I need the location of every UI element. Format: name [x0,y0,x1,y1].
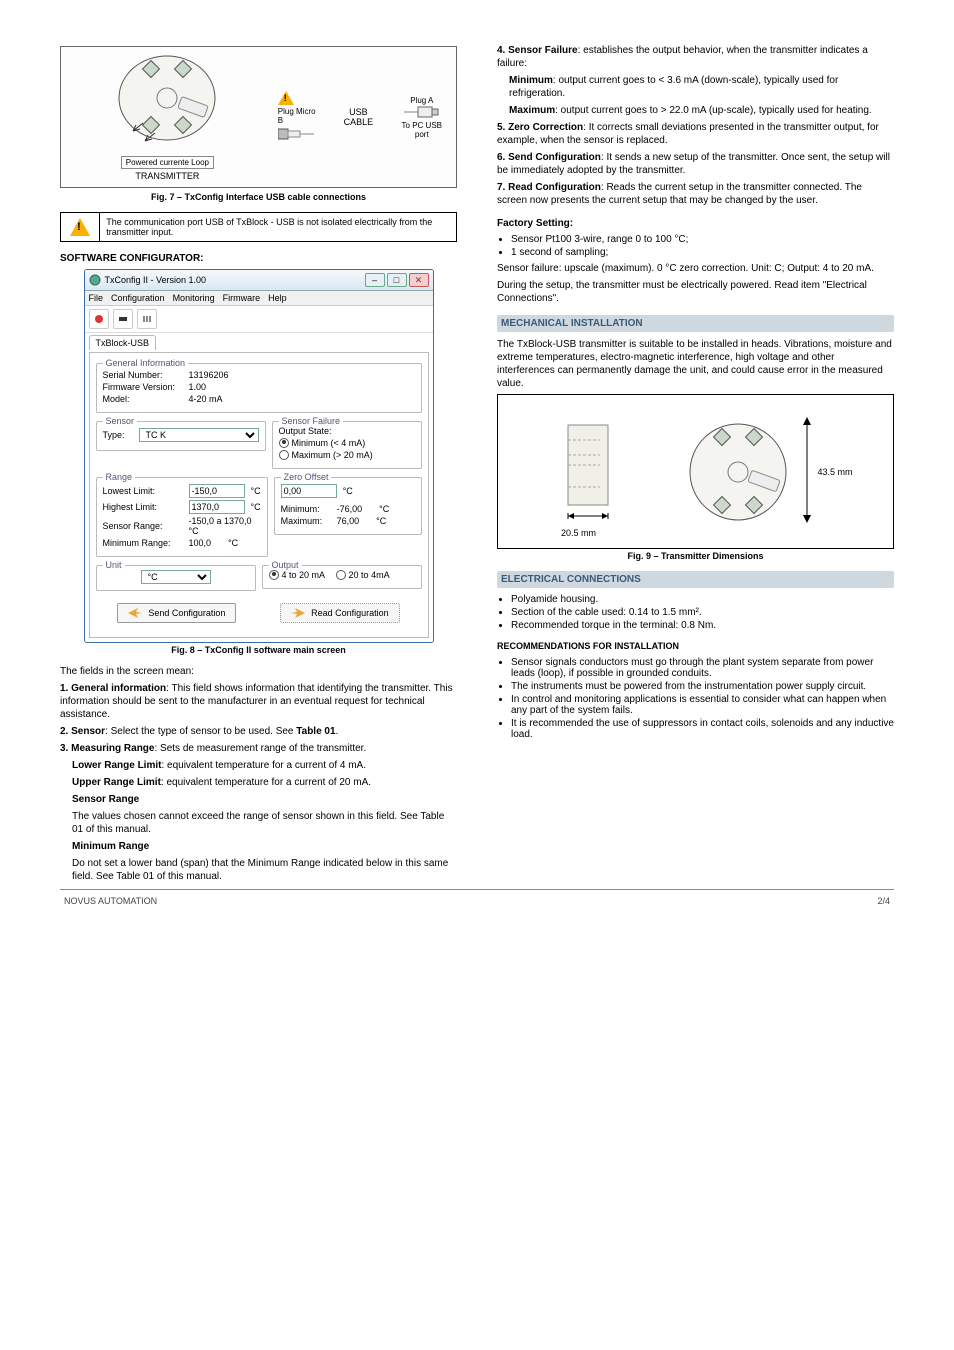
sensor-type-select[interactable]: TC K [139,428,259,442]
group-output: Output 4 to 20 mA 20 to 4mA [262,565,422,589]
window-title: TxConfig II - Version 1.00 [105,275,207,285]
recommendations-heading: RECOMMENDATIONS FOR INSTALLATION [497,641,894,653]
list-item: Section of the cable used: 0.14 to 1.5 m… [511,607,894,618]
height-arrow-icon [797,415,817,525]
list-item: Sensor signals conductors must go throug… [511,657,894,679]
group-sensor: Sensor Type: TC K [96,421,266,451]
group-zero-offset: Zero Offset °C Minimum:-76,00 °C Maximum… [274,477,422,535]
group-range: Range Lowest Limit:°C Highest Limit:°C S… [96,477,268,557]
send-icon [128,608,142,618]
plug-micro-b-label: Plug Micro B [278,107,323,125]
figure-7-diagram: Powered currente Loop TRANSMITTER Plug M… [60,46,457,188]
caution-text: The communication port USB of TxBlock - … [100,213,456,241]
list-item: It is recommended the use of suppressors… [511,718,894,740]
read-configuration-button[interactable]: Read Configuration [280,603,400,623]
maximize-button[interactable]: □ [387,273,407,287]
lowest-limit-input[interactable] [189,484,245,498]
plug-a-label: Plug A [394,96,450,105]
unit-select[interactable]: °C [141,570,211,584]
top-dimension-icon [683,417,793,527]
list-item: Recommended torque in the terminal: 0.8 … [511,620,894,631]
toolbar-bars-icon[interactable] [137,309,157,329]
close-button[interactable]: ✕ [409,273,429,287]
model-value: 4-20 mA [189,394,223,404]
transmitter-label: TRANSMITTER [67,171,268,181]
serial-number-value: 13196206 [189,370,229,380]
figure-7-caption: Fig. 7 – TxConfig Interface USB cable co… [60,192,457,202]
field-4-label: 4. Sensor Failure [497,45,578,56]
micro-b-plug-icon [278,127,314,141]
side-dimension-icon [538,405,618,525]
firmware-version-label: Firmware Version: [103,382,183,392]
menu-file[interactable]: File [89,293,104,303]
minimize-button[interactable]: – [365,273,385,287]
list-item: Polyamide housing. [511,594,894,605]
radio-minimum[interactable]: Minimum (< 4 mA) [279,438,366,448]
figure-8-caption: Fig. 8 – TxConfig II software main scree… [60,645,457,655]
send-configuration-button[interactable]: Send Configuration [117,603,236,623]
field-7-label: 7. Read Configuration [497,182,601,193]
menu-configuration[interactable]: Configuration [111,293,165,303]
radio-20-to-4[interactable]: 20 to 4mA [336,570,390,580]
window-titlebar: TxConfig II - Version 1.00 – □ ✕ [85,270,433,291]
model-label: Model: [103,394,183,404]
footer-company: NOVUS AUTOMATION [64,896,157,906]
firmware-version-value: 1.00 [189,382,207,392]
loop-label: Powered currente Loop [121,156,214,169]
app-icon [89,274,101,286]
zero-offset-input[interactable] [281,484,337,498]
list-item: 1 second of sampling; [511,247,894,258]
caution-box: The communication port USB of TxBlock - … [60,212,457,242]
warning-icon [70,218,90,236]
figure-9-caption: Fig. 9 – Transmitter Dimensions [497,551,894,561]
group-unit: Unit °C [96,565,256,591]
txconfig-window: TxConfig II - Version 1.00 – □ ✕ File Co… [84,269,434,643]
group-general-information: General Information Serial Number:131962… [96,363,422,413]
factory-setting-heading: Factory Setting: [497,217,894,230]
menu-monitoring[interactable]: Monitoring [173,293,215,303]
list-item: The instruments must be powered from the… [511,681,894,692]
menu-firmware[interactable]: Firmware [223,293,261,303]
usb-cable-label: USB CABLE [333,107,383,127]
field-6-label: 6. Send Configuration [497,152,601,163]
warning-icon [278,91,294,105]
output-state-label: Output State: [279,426,415,436]
list-item: Sensor Pt100 3-wire, range 0 to 100 °C; [511,234,894,245]
usb-a-plug-icon [404,105,440,119]
transmitter-puck-icon [115,53,220,153]
field-3-label: 3. Measuring Range [60,743,154,754]
list-item: In control and monitoring applications i… [511,694,894,716]
dimension-height: 43.5 mm [817,467,852,477]
figure-9-diagram: 20.5 mm [497,394,894,549]
field-1-label: 1. General information [60,683,166,694]
radio-maximum[interactable]: Maximum (> 20 mA) [279,450,373,460]
software-config-heading: SOFTWARE CONFIGURATOR: [60,252,457,265]
field-2-label: 2. Sensor [60,726,105,737]
to-pc-port-label: To PC USB port [394,121,450,139]
read-icon [291,608,305,618]
radio-4-to-20[interactable]: 4 to 20 mA [269,570,326,580]
mechanical-installation-heading: MECHANICAL INSTALLATION [497,315,894,332]
menu-help[interactable]: Help [268,293,287,303]
serial-number-label: Serial Number: [103,370,183,380]
highest-limit-input[interactable] [189,500,245,514]
toolbar-stop-icon[interactable] [89,309,109,329]
footer-page-number: 2/4 [877,896,890,906]
group-sensor-failure: Sensor Failure Output State: Minimum (< … [272,421,422,469]
electrical-connections-heading: ELECTRICAL CONNECTIONS [497,571,894,588]
type-label: Type: [103,430,133,440]
tab-device[interactable]: TxBlock-USB [89,335,157,350]
field-5-label: 5. Zero Correction [497,122,583,133]
toolbar-device-icon[interactable] [113,309,133,329]
dimension-width: 20.5 mm [538,528,618,538]
